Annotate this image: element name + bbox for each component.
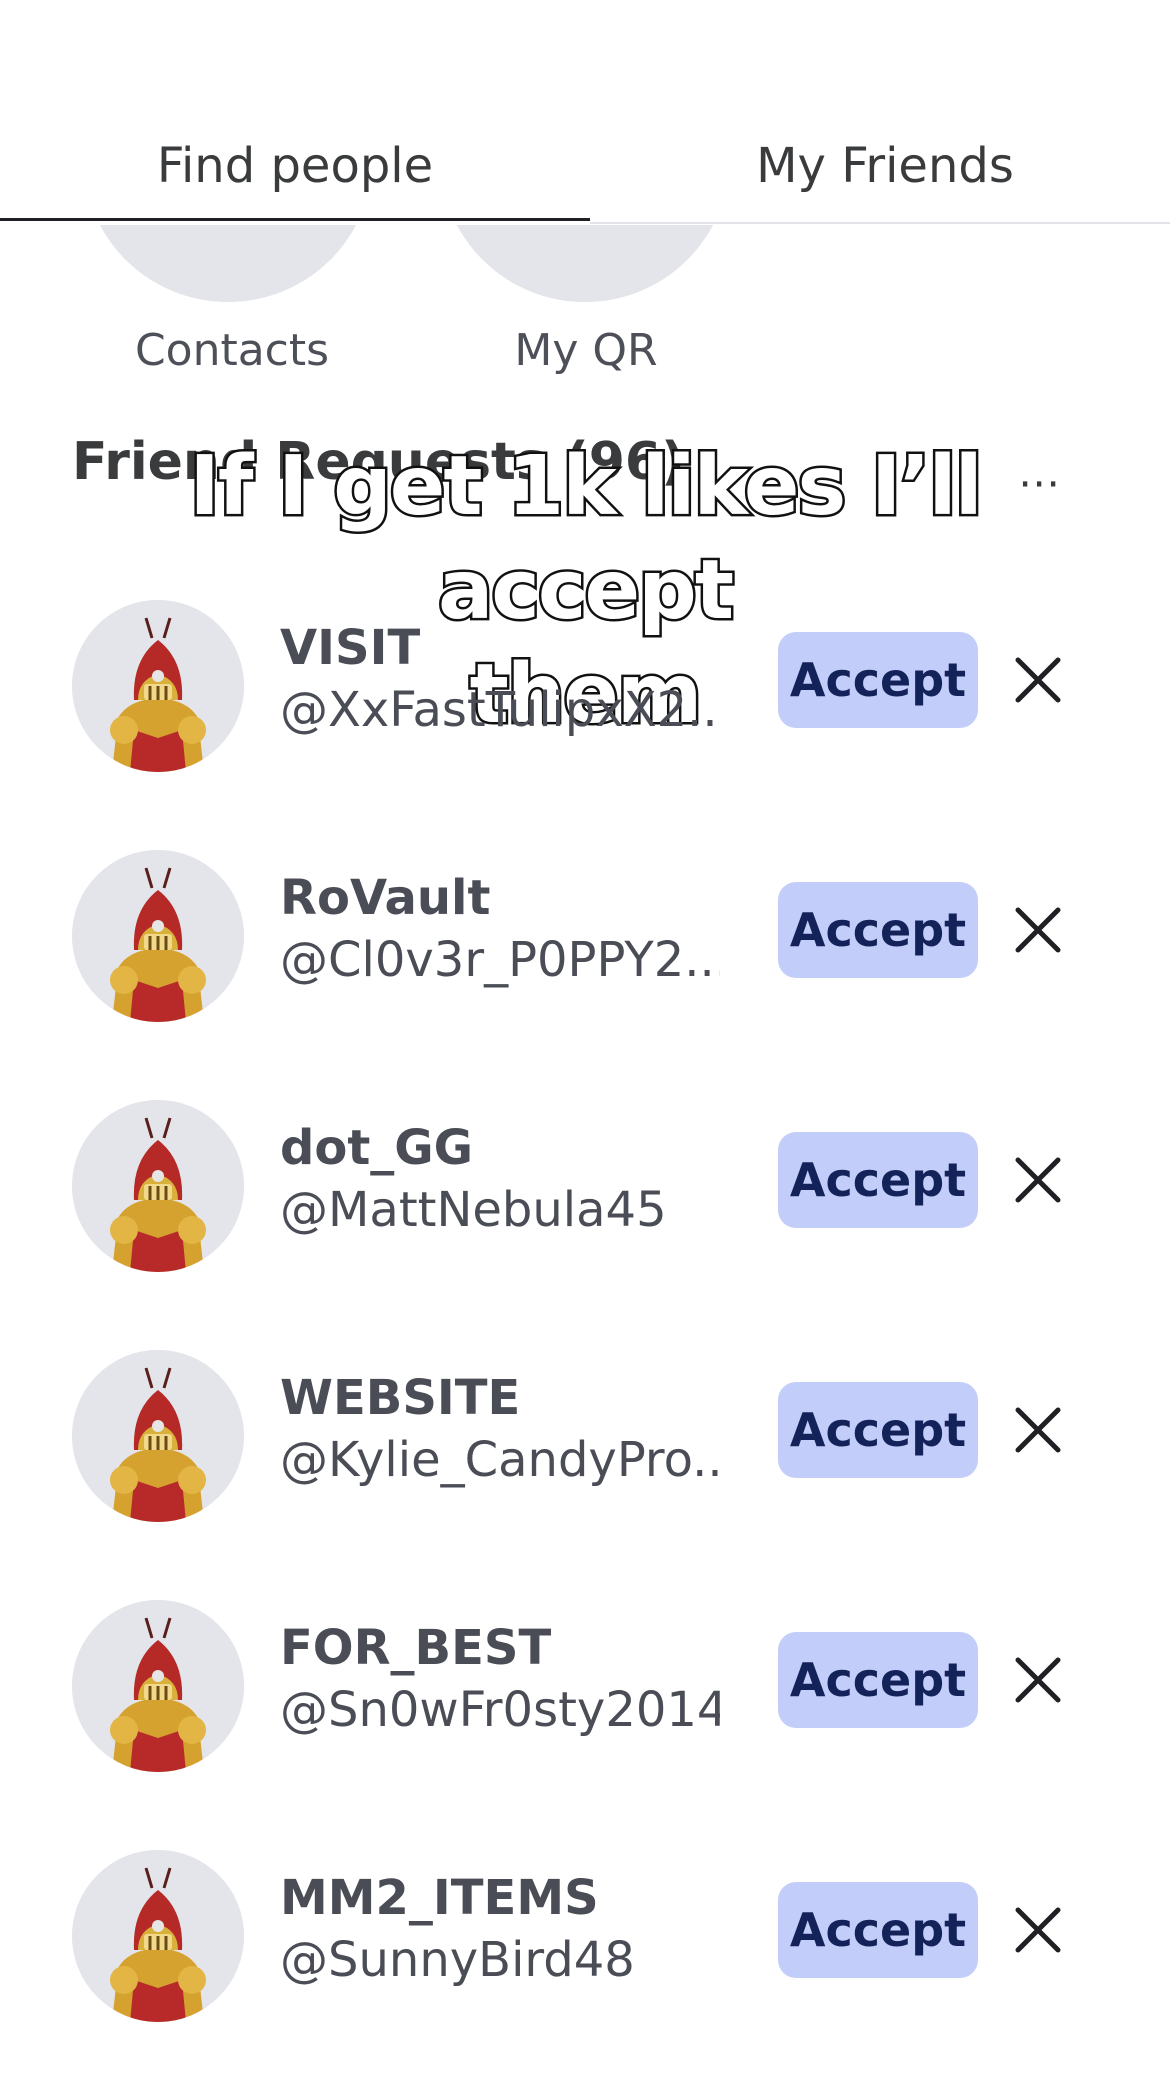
username: @Kylie_CandyPro... xyxy=(280,1432,720,1488)
username: @Sn0wFr0sty2014 xyxy=(280,1682,720,1738)
friend-request-row[interactable]: MM2_ITEMS @SunnyBird48 Accept xyxy=(0,1840,1170,2040)
friend-request-row[interactable]: WEBSITE @Kylie_CandyPro... Accept xyxy=(0,1340,1170,1540)
username: @XxFastTulipxX2... xyxy=(280,682,720,738)
display-name: dot_GG xyxy=(280,1120,474,1176)
decline-icon[interactable] xyxy=(1010,1152,1066,1208)
friend-request-row[interactable]: RoVault @Cl0v3r_P0PPY2... Accept xyxy=(0,840,1170,1040)
avatar[interactable] xyxy=(72,1100,244,1272)
display-name: FOR_BEST xyxy=(280,1620,552,1676)
friend-request-row[interactable]: dot_GG @MattNebula45 Accept xyxy=(0,1090,1170,1290)
accept-button[interactable]: Accept xyxy=(778,1882,978,1978)
accept-button[interactable]: Accept xyxy=(778,1382,978,1478)
accept-button[interactable]: Accept xyxy=(778,1632,978,1728)
decline-icon[interactable] xyxy=(1010,902,1066,958)
contacts-label: Contacts xyxy=(134,325,330,376)
friend-request-row[interactable]: FOR_BEST @Sn0wFr0sty2014 Accept xyxy=(0,1590,1170,1790)
tab-find-people-label[interactable]: Find people xyxy=(0,110,590,222)
my-qr-label: My QR xyxy=(514,325,658,376)
username: @MattNebula45 xyxy=(280,1182,667,1238)
friend-request-row[interactable]: VISIT @XxFastTulipxX2... Accept xyxy=(0,590,1170,790)
accept-button[interactable]: Accept xyxy=(778,882,978,978)
decline-icon[interactable] xyxy=(1010,1652,1066,1708)
tab-separator xyxy=(590,222,1170,224)
avatar[interactable] xyxy=(72,850,244,1022)
decline-icon[interactable] xyxy=(1010,1402,1066,1458)
display-name: WEBSITE xyxy=(280,1370,521,1426)
display-name: RoVault xyxy=(280,870,491,926)
avatar[interactable] xyxy=(72,1600,244,1772)
avatar[interactable] xyxy=(72,600,244,772)
tab-my-friends-label[interactable]: My Friends xyxy=(590,110,1170,222)
username: @Cl0v3r_P0PPY2... xyxy=(280,932,720,988)
username: @SunnyBird48 xyxy=(280,1932,635,1988)
avatar[interactable] xyxy=(72,1350,244,1522)
display-name: MM2_ITEMS xyxy=(280,1870,599,1926)
active-tab-underline xyxy=(0,218,590,221)
decline-icon[interactable] xyxy=(1010,652,1066,708)
avatar[interactable] xyxy=(72,1850,244,2022)
decline-icon[interactable] xyxy=(1010,1902,1066,1958)
accept-button[interactable]: Accept xyxy=(778,1132,978,1228)
accept-button[interactable]: Accept xyxy=(778,632,978,728)
display-name: VISIT xyxy=(280,620,421,676)
